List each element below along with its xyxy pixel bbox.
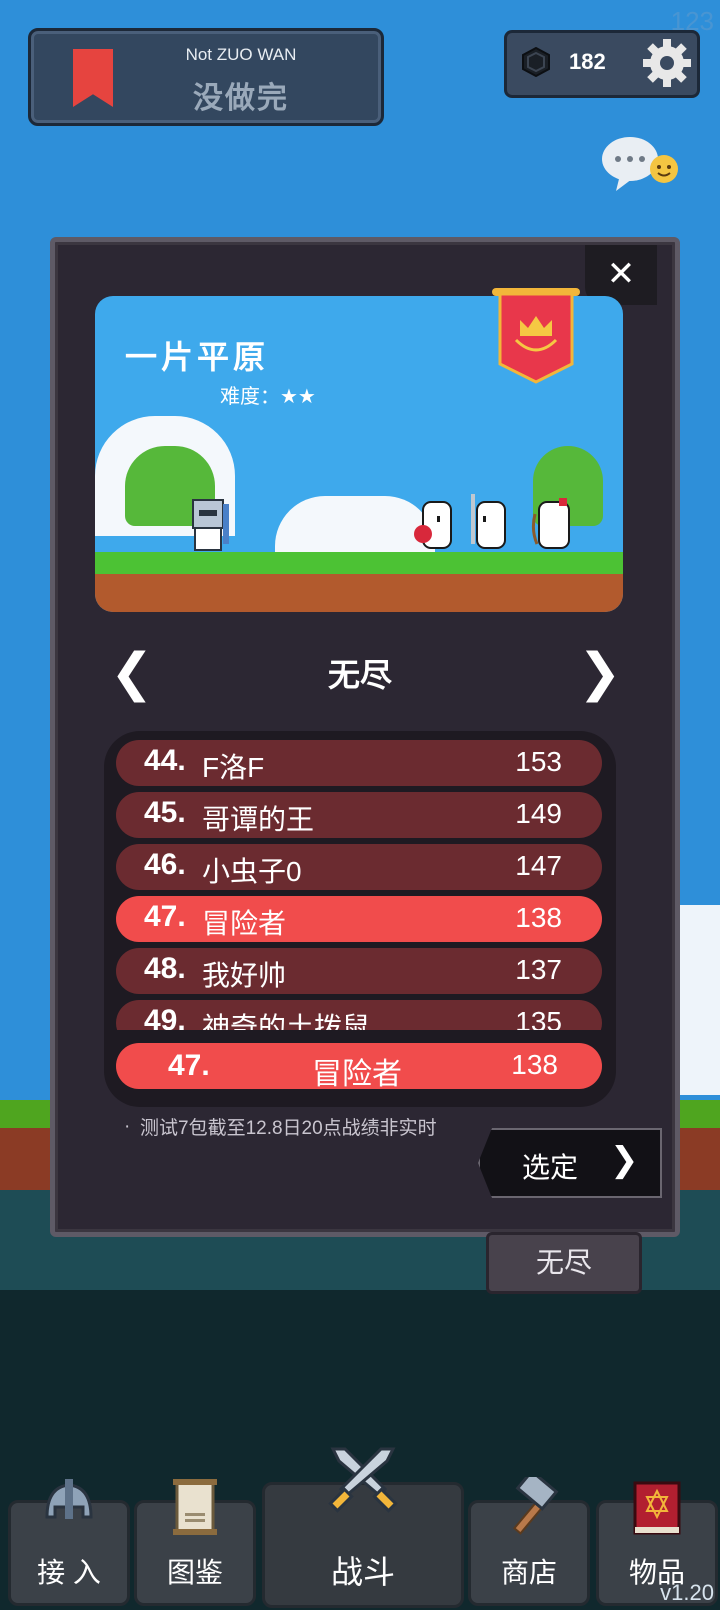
nav-tab-codex[interactable]: 图鉴 xyxy=(134,1479,256,1606)
bookmark-icon xyxy=(73,49,113,107)
nav-tab-shop[interactable]: 商店 xyxy=(468,1477,590,1606)
gem-icon xyxy=(522,47,550,77)
stage-difficulty: 难度：★★ xyxy=(220,380,316,409)
row-rank: 47. xyxy=(144,900,186,933)
leaderboard-row: 46. 小虫子0 147 xyxy=(116,844,602,890)
scene-cloud xyxy=(275,496,435,556)
crossed-swords-icon xyxy=(328,1447,398,1513)
mode-title: 无尽 xyxy=(327,657,392,693)
row-score: 149 xyxy=(515,798,562,829)
gem-count: 182 xyxy=(569,49,606,74)
currency-bar: 182 xyxy=(504,30,700,98)
row-name: 神奇的土拨鼠 xyxy=(202,1012,371,1030)
chat-bubble-icon[interactable] xyxy=(602,135,682,195)
row-name: 小虫子0 xyxy=(202,856,302,887)
my-score: 138 xyxy=(511,1049,558,1080)
nav-tab-access[interactable]: 接 入 xyxy=(8,1479,130,1606)
version-label: v1.20 xyxy=(660,1580,714,1605)
scene-dirt xyxy=(95,574,623,612)
current-player-rank-bar: 47. 冒险者 138 xyxy=(116,1043,602,1091)
row-score: 135 xyxy=(515,1006,562,1030)
row-name: 哥谭的王 xyxy=(202,804,315,835)
crown-banner-icon xyxy=(492,288,580,384)
my-rank: 47. xyxy=(168,1049,210,1082)
row-rank: 44. xyxy=(144,744,186,777)
leaderboard-list[interactable]: 44. F洛F 153 45. 哥谭的王 149 46. 小虫子0 147 47… xyxy=(116,740,604,1030)
title-english: Not ZUO WAN xyxy=(185,45,297,64)
enemy-sprite xyxy=(414,501,452,549)
note-bullet: · xyxy=(124,1116,131,1137)
select-button[interactable]: 选定 ❯ xyxy=(478,1128,662,1198)
row-name: F洛F xyxy=(202,752,265,783)
row-score: 147 xyxy=(515,850,562,881)
enemy-sprite xyxy=(471,494,506,549)
hammer-icon xyxy=(512,1477,559,1535)
difficulty-label: 难度： xyxy=(220,386,280,408)
nav-label: 图鉴 xyxy=(166,1557,223,1588)
knight-hero-sprite xyxy=(192,499,229,551)
row-name: 我好帅 xyxy=(202,960,287,991)
row-score: 138 xyxy=(515,902,562,933)
scroll-icon xyxy=(173,1479,217,1535)
select-label: 选定 xyxy=(522,1152,579,1183)
previous-mode-arrow[interactable]: ❮ xyxy=(110,645,154,701)
row-rank: 45. xyxy=(144,796,186,829)
stage-name: 一片平原 xyxy=(125,339,270,375)
nav-label: 接 入 xyxy=(37,1557,101,1588)
next-mode-arrow[interactable]: ❯ xyxy=(578,645,622,701)
nav-label: 战斗 xyxy=(330,1554,395,1590)
nav-tab-battle[interactable]: 战斗 xyxy=(262,1447,464,1608)
leaderboard-row: 44. F洛F 153 xyxy=(116,740,602,786)
leaderboard-note: 测试7包截至12.8日20点战绩非实时 xyxy=(140,1118,437,1139)
row-rank: 46. xyxy=(144,848,186,881)
leaderboard-row-current-player: 47. 冒险者 138 xyxy=(116,896,602,942)
difficulty-stars: ★★ xyxy=(280,386,316,408)
nav-label: 商店 xyxy=(500,1557,557,1588)
title-chinese: 没做完 xyxy=(193,82,289,115)
enemy-sprite xyxy=(531,498,570,549)
settings-gear-icon[interactable] xyxy=(641,37,693,89)
leaderboard-row: 48. 我好帅 137 xyxy=(116,948,602,994)
row-score: 137 xyxy=(515,954,562,985)
chevron-right-icon: ❯ xyxy=(610,1141,639,1179)
leaderboard-row: 49. 神奇的土拨鼠 135 xyxy=(116,1000,602,1030)
row-rank: 48. xyxy=(144,952,186,985)
row-rank: 49. xyxy=(144,1004,186,1030)
helmet-icon xyxy=(45,1479,93,1519)
game-title-badge: Not ZUO WAN 没做完 xyxy=(28,28,384,126)
row-score: 153 xyxy=(515,746,562,777)
scene-grass xyxy=(95,552,623,574)
leaderboard-row: 45. 哥谭的王 149 xyxy=(116,792,602,838)
my-name: 冒险者 xyxy=(312,1058,402,1091)
spellbook-icon xyxy=(633,1481,681,1535)
mode-tag[interactable]: 无尽 xyxy=(486,1232,642,1294)
row-name: 冒险者 xyxy=(202,908,287,939)
